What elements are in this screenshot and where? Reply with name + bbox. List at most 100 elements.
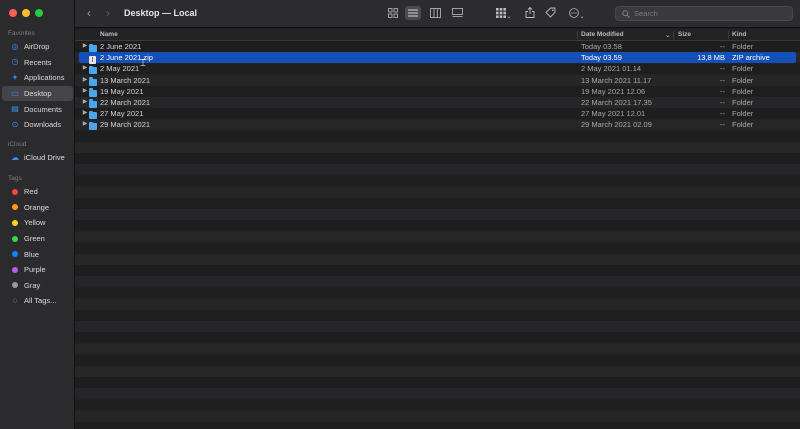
sidebar-tag-orange[interactable]: Orange [2,200,73,216]
sidebar-item-label: Applications [24,73,65,83]
sidebar-item-label: Red [24,187,38,197]
tag-button[interactable] [542,6,558,20]
sidebar-item-desktop[interactable]: ▭ Desktop [2,85,73,102]
gallery-icon [451,8,463,17]
window-controls [9,9,43,17]
file-kind: Folder [732,97,754,107]
file-kind: Folder [732,120,754,130]
file-name: 27 May 2021 [100,109,144,119]
sidebar-item-downloads[interactable]: ⊙ Downloads [2,117,73,133]
forward-button[interactable]: › [106,6,110,20]
minimize-window-button[interactable] [22,9,30,17]
file-row[interactable]: ▶ 2 June 2021 Today 03.58 -- Folder [75,41,800,52]
column-name-header[interactable]: Name [100,31,118,38]
list-view-button[interactable] [405,6,421,20]
zip-file-icon [89,54,97,64]
column-divider[interactable] [673,31,674,39]
sidebar-item-applications[interactable]: ✦ Applications [2,70,73,86]
icon-view-button[interactable] [385,6,401,20]
file-kind: Folder [732,75,754,85]
search-field[interactable] [615,6,793,21]
sidebar-item-label: Purple [24,265,46,275]
sidebar-tag-gray[interactable]: Gray [2,278,73,294]
disclosure-triangle-icon[interactable]: ▶ [81,97,89,108]
zoom-window-button[interactable] [35,9,43,17]
sidebar-tag-green[interactable]: Green [2,231,73,247]
applications-icon: ✦ [11,72,19,82]
file-date-modified: 27 May 2021 12.01 [581,109,646,119]
file-row[interactable]: ▶ 19 May 2021 19 May 2021 12.06 -- Folder [75,86,800,97]
file-name: 29 March 2021 [100,120,151,130]
column-divider[interactable] [577,31,578,39]
column-kind-header[interactable]: Kind [732,31,746,38]
column-view-button[interactable] [427,6,443,20]
sidebar-item-label: Documents [24,104,62,114]
file-row[interactable]: 2 June 2021.zip Today 03.59 13,8 MB ZIP arc… [79,52,796,64]
file-size: -- [720,86,725,96]
column-size-header[interactable]: Size [678,31,691,38]
tag-icon [544,7,555,18]
file-kind: Folder [732,86,754,96]
disclosure-triangle-icon[interactable]: ▶ [81,41,89,52]
sort-indicator-icon: ⌄ [665,32,671,39]
file-size: -- [720,64,725,74]
file-name: 13 March 2021 [100,75,151,85]
file-row[interactable]: ▶ 29 March 2021 29 March 2021 02.09 -- Folde… [75,119,800,131]
disclosure-triangle-icon[interactable]: ▶ [81,108,89,119]
tag-color-dot [12,219,18,226]
close-window-button[interactable] [9,9,17,17]
sidebar-item-label: Green [24,234,45,244]
gallery-view-button[interactable] [449,6,465,20]
file-list-pane: Name Date Modified ⌄ Size Kind ▶ 2 June 2… [75,29,800,429]
file-date-modified: 22 March 2021 17.35 [581,97,652,107]
file-kind: Folder [732,109,754,119]
sidebar-item-recents[interactable]: ◷ Recents [2,55,73,71]
sidebar-item-icloud-drive[interactable]: ☁ iCloud Drive [2,150,73,166]
sidebar-item-label: Gray [24,280,41,290]
search-input[interactable] [634,9,784,18]
disclosure-triangle-icon[interactable]: ▶ [81,86,89,97]
sidebar-tag-red[interactable]: Red [2,184,73,200]
file-row[interactable]: ▶ 2 May 2021 2 May 2021 01.14 -- Folder [75,63,800,75]
file-size: 13,8 MB [697,53,725,63]
group-button[interactable]: ⌄ [493,6,515,20]
sidebar-item-label: Yellow [24,218,46,228]
column-date-header[interactable]: Date Modified [581,31,624,38]
share-button[interactable] [522,6,538,20]
sidebar-tag-yellow[interactable]: Yellow [2,215,73,231]
sidebar-tag-blue[interactable]: Blue [2,246,73,262]
tag-color-dot [12,266,18,273]
sidebar-item-label: All Tags... [24,296,57,306]
file-row[interactable]: ▶ 22 March 2021 22 March 2021 17.35 -- Folde… [75,97,800,108]
desktop-icon: ▭ [11,88,19,98]
sidebar-icloud: iCloud ☁ iCloud Drive [0,139,75,166]
disclosure-triangle-icon[interactable]: ▶ [81,75,89,86]
sidebar-tag-purple[interactable]: Purple [2,262,73,278]
file-rows: ▶ 2 June 2021 Today 03.58 -- Folder 2 June 20… [75,41,800,429]
tag-color-dot [12,204,18,211]
file-row[interactable]: ▶ 13 March 2021 13 March 2021 11.17 -- Folde… [75,75,800,86]
sidebar-item-airdrop[interactable]: ◎ AirDrop [2,39,73,55]
sidebar-tag-all-tags[interactable]: ◌ All Tags... [2,293,73,309]
folder-icon [89,99,97,108]
grid-icon [388,8,398,18]
toolbar: ‹ › Desktop — Local ⌄ ⌄ [75,0,800,28]
disclosure-triangle-icon[interactable]: ▶ [81,119,89,130]
file-row[interactable]: ▶ 27 May 2021 27 May 2021 12.01 -- Folder [75,108,800,120]
document-icon: ▤ [11,104,19,114]
more-actions-button[interactable]: ⌄ [566,6,588,20]
download-icon: ⊙ [11,119,19,129]
sidebar-item-label: Recents [24,57,52,67]
window-title: Desktop — Local [124,8,198,18]
tags-heading: Tags [8,175,22,182]
all-tags-icon: ◌ [12,295,18,305]
file-date-modified: 19 May 2021 12.06 [581,86,646,96]
ellipsis-circle-icon [569,8,580,18]
folder-icon [89,65,97,75]
column-divider[interactable] [728,31,729,39]
disclosure-triangle-icon[interactable]: ▶ [81,63,89,74]
sidebar-item-documents[interactable]: ▤ Documents [2,101,73,117]
back-button[interactable]: ‹ [87,6,91,20]
tag-color-dot [12,282,18,289]
file-size: -- [720,75,725,85]
